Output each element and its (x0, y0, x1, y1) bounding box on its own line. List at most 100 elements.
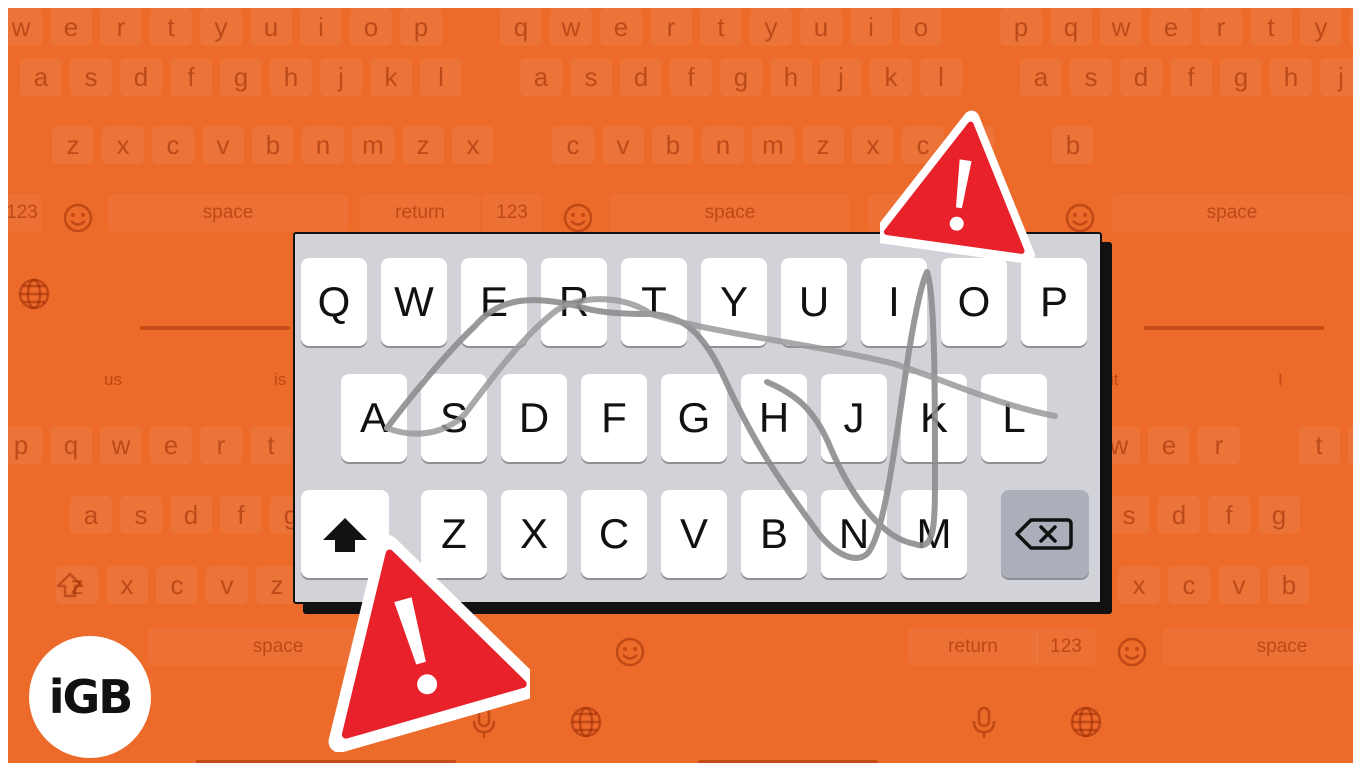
emoji-icon (1117, 637, 1147, 667)
key-f[interactable]: F (581, 374, 647, 462)
background-key: c (152, 126, 194, 164)
key-k[interactable]: K (901, 374, 967, 462)
background-divider (1144, 326, 1324, 330)
background-key: t (1298, 426, 1340, 464)
background-key: m (752, 126, 794, 164)
key-r[interactable]: R (541, 258, 607, 346)
backspace-key[interactable] (1001, 490, 1089, 578)
key-j[interactable]: J (821, 374, 887, 462)
background-key: j (1320, 58, 1353, 96)
key-v[interactable]: V (661, 490, 727, 578)
background-key: o (900, 8, 942, 46)
background-key: v (602, 126, 644, 164)
globe-icon (1070, 706, 1102, 738)
emoji-icon (615, 637, 645, 667)
key-m[interactable]: M (901, 490, 967, 578)
background-divider (140, 326, 290, 330)
background-key: g (720, 58, 762, 96)
background-key: f (1208, 496, 1250, 534)
background-key: g (220, 58, 262, 96)
key-c[interactable]: C (581, 490, 647, 578)
background-key: g (1258, 496, 1300, 534)
key-n[interactable]: N (821, 490, 887, 578)
background-key: v (202, 126, 244, 164)
key-i[interactable]: I (861, 258, 927, 346)
background-key: q (500, 8, 542, 46)
background-key: j (320, 58, 362, 96)
background-key: c (552, 126, 594, 164)
background-key: d (120, 58, 162, 96)
background-key: t (700, 8, 742, 46)
background-key: s (1070, 58, 1112, 96)
background-key: d (1158, 496, 1200, 534)
background-key: q (1050, 8, 1092, 46)
background-suggestion: I (1278, 370, 1283, 389)
background-key: e (50, 8, 92, 46)
background-key: b (1268, 566, 1310, 604)
key-g[interactable]: G (661, 374, 727, 462)
background-key: c (156, 566, 198, 604)
background-key: n (702, 126, 744, 164)
background-key: b (252, 126, 294, 164)
background-key: a (1020, 58, 1062, 96)
key-o[interactable]: O (941, 258, 1007, 346)
background-key: d (170, 496, 212, 534)
key-e[interactable]: E (461, 258, 527, 346)
background-key: f (170, 58, 212, 96)
background-key: q (50, 426, 92, 464)
key-b[interactable]: B (741, 490, 807, 578)
key-d[interactable]: D (501, 374, 567, 462)
background-key: v (206, 566, 248, 604)
background-key: k (870, 58, 912, 96)
background-key: w (1100, 8, 1142, 46)
background-key: r (200, 426, 242, 464)
globe-icon (570, 706, 602, 738)
background-key: p (8, 426, 42, 464)
background-function-key: space (1162, 628, 1353, 666)
background-key: j (820, 58, 862, 96)
background-key: e (1150, 8, 1192, 46)
key-l[interactable]: L (981, 374, 1047, 462)
background-key: u (800, 8, 842, 46)
background-key: y (200, 8, 242, 46)
key-p[interactable]: P (1021, 258, 1087, 346)
emoji-icon (63, 203, 93, 233)
background-key: t (150, 8, 192, 46)
key-a[interactable]: A (341, 374, 407, 462)
globe-icon (18, 278, 50, 310)
background-key: a (520, 58, 562, 96)
background-function-key: return (360, 194, 480, 232)
background-key: o (350, 8, 392, 46)
key-q[interactable]: Q (301, 258, 367, 346)
background-key: b (652, 126, 694, 164)
background-key: w (100, 426, 142, 464)
background-canvas: wertyuiopqwertyuiopqwertyuasdfghjklasdfg… (8, 8, 1353, 763)
warning-triangle-icon (880, 110, 1035, 263)
background-function-key: space (108, 194, 348, 232)
emoji-icon (563, 203, 593, 233)
key-w[interactable]: W (381, 258, 447, 346)
background-key: d (1120, 58, 1162, 96)
background-key: i (300, 8, 342, 46)
background-suggestion: it (1110, 370, 1119, 389)
key-u[interactable]: U (781, 258, 847, 346)
background-key: x (102, 126, 144, 164)
warning-triangle-icon (328, 534, 530, 752)
key-h[interactable]: H (741, 374, 807, 462)
key-t[interactable]: T (621, 258, 687, 346)
background-key: d (620, 58, 662, 96)
key-y[interactable]: Y (701, 258, 767, 346)
background-key: x (452, 126, 494, 164)
emoji-icon (1065, 203, 1095, 233)
background-function-key: space (610, 194, 850, 232)
background-key: t (250, 426, 292, 464)
backspace-icon (1015, 518, 1073, 550)
background-key: h (770, 58, 812, 96)
background-divider (196, 760, 456, 763)
key-s[interactable]: S (421, 374, 487, 462)
background-key: k (370, 58, 412, 96)
background-key: r (1200, 8, 1242, 46)
background-key: a (20, 58, 62, 96)
background-suggestion: us (104, 370, 122, 389)
background-key: e (150, 426, 192, 464)
